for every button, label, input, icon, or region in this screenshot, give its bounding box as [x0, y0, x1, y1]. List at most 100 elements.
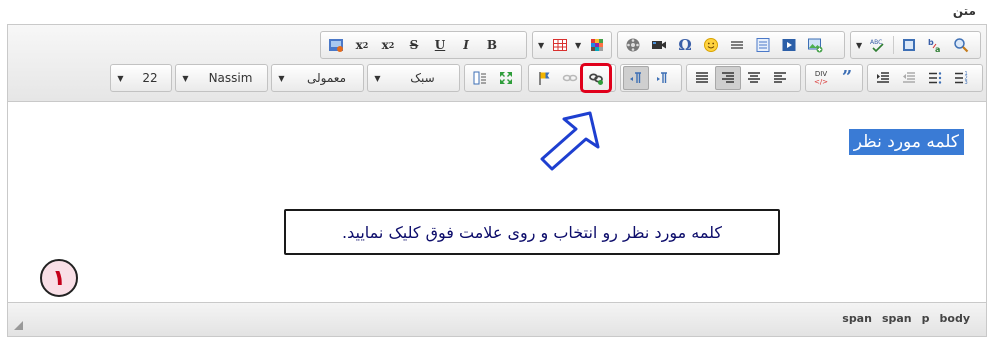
image-button[interactable] — [323, 33, 349, 57]
format-select[interactable]: ▼ معمولی — [271, 64, 364, 92]
bold-button[interactable]: B — [479, 33, 505, 57]
fullscreen-button[interactable] — [493, 66, 519, 90]
quote-icon: ” — [841, 67, 853, 88]
replace-button[interactable]: ba — [922, 33, 948, 57]
align-justify-icon — [696, 72, 708, 83]
svg-text:b: b — [928, 38, 934, 47]
bulleted-list-icon — [929, 72, 942, 84]
numbered-list-button[interactable]: 123 — [948, 66, 974, 90]
editor-statusbar: span span p body — [8, 302, 986, 336]
chevron-down-icon[interactable]: ▼ — [572, 41, 584, 50]
table-button[interactable] — [547, 33, 572, 57]
align-center-button[interactable] — [741, 66, 767, 90]
outdent-icon — [903, 72, 915, 83]
bulleted-list-button[interactable] — [922, 66, 948, 90]
iframe-button[interactable] — [750, 33, 776, 57]
ltr-direction-icon — [657, 72, 667, 83]
toolbar-group-blocks — [464, 64, 522, 92]
styles-value: سبک — [410, 71, 435, 85]
toolbar-group-insert: Ω — [617, 31, 845, 59]
video-button[interactable] — [646, 33, 672, 57]
instruction-callout: کلمه مورد نظر رو انتخاب و روی علامت فوق … — [284, 209, 780, 255]
italic-button[interactable]: I — [453, 33, 479, 57]
chevron-down-icon[interactable]: ▼ — [853, 41, 865, 50]
rtl-direction-icon — [630, 72, 641, 83]
strikethrough-button[interactable]: S — [401, 33, 427, 57]
resize-handle-icon[interactable] — [14, 321, 23, 330]
align-right-icon — [722, 72, 734, 83]
text-direction-ltr-button[interactable] — [649, 66, 675, 90]
div-label: DIV — [814, 70, 828, 78]
spellcheck-icon: ABC — [870, 39, 884, 53]
rich-text-editor: x2 x2 S U I B ▼ ▼ Ω ▼ ABC b a ▼ 22 ▼ Nas… — [7, 24, 987, 337]
create-div-button[interactable]: DIV </> — [808, 66, 834, 90]
toolbar-group-blocktools: DIV </> ” — [805, 64, 863, 92]
superscript-button[interactable]: x2 — [349, 33, 375, 57]
find-icon — [954, 38, 969, 53]
text-color-button[interactable] — [584, 33, 609, 57]
color-grid-icon — [590, 39, 603, 51]
subscript-button[interactable]: x2 — [375, 33, 401, 57]
font-size-value: 22 — [142, 71, 158, 85]
svg-text:ABC: ABC — [870, 39, 882, 46]
field-label: متن — [952, 4, 976, 18]
chevron-down-icon: ▼ — [117, 73, 124, 83]
chevron-down-icon: ▼ — [278, 73, 285, 83]
flash-button[interactable] — [776, 33, 802, 57]
image-manager-button[interactable] — [802, 33, 828, 57]
underline-button[interactable]: U — [427, 33, 453, 57]
film-icon — [782, 39, 796, 51]
chevron-down-icon: ▼ — [182, 73, 189, 83]
horizontal-rule-button[interactable] — [724, 33, 750, 57]
svg-text:a: a — [935, 45, 940, 53]
align-left-button[interactable] — [767, 66, 793, 90]
show-blocks-icon — [473, 71, 486, 85]
replace-icon: ba — [928, 38, 940, 53]
smiley-button[interactable] — [698, 33, 724, 57]
link-button[interactable] — [580, 63, 612, 93]
maximize-button[interactable] — [896, 33, 922, 57]
align-right-button[interactable] — [715, 66, 741, 90]
path-item[interactable]: p — [922, 312, 930, 325]
toolbar-group-direction — [620, 64, 682, 92]
font-name-value: Nassim — [208, 71, 253, 85]
styles-select[interactable]: ▼ سبک — [367, 64, 460, 92]
toolbar-group-table: ▼ ▼ — [532, 31, 612, 59]
align-left-icon — [774, 72, 786, 83]
unlink-button[interactable] — [557, 66, 583, 90]
toolbar-group-tools: ▼ ABC ba — [850, 31, 981, 59]
expand-arrows-icon — [500, 72, 512, 84]
show-blocks-button[interactable] — [467, 66, 493, 90]
svg-text:3: 3 — [965, 80, 968, 86]
find-button[interactable] — [948, 33, 974, 57]
table-icon — [552, 39, 567, 51]
step-number-badge: ۱ — [40, 259, 78, 297]
toolbar-group-links — [528, 63, 616, 93]
path-item[interactable]: body — [940, 312, 970, 325]
callout-text: کلمه مورد نظر رو انتخاب و روی علامت فوق … — [342, 222, 722, 242]
align-justify-button[interactable] — [689, 66, 715, 90]
outdent-button[interactable] — [896, 66, 922, 90]
blockquote-button[interactable]: ” — [834, 66, 860, 90]
path-item[interactable]: span — [882, 312, 912, 325]
toolbar-divider — [893, 36, 895, 54]
selected-word[interactable]: کلمه مورد نظر — [848, 129, 964, 155]
link-icon — [589, 73, 603, 85]
text-direction-rtl-button[interactable] — [623, 66, 649, 90]
special-character-button[interactable]: Ω — [672, 33, 698, 57]
font-name-select[interactable]: ▼ Nassim — [175, 64, 268, 92]
document-icon — [756, 38, 770, 52]
font-size-select[interactable]: ▼ 22 — [110, 64, 172, 92]
spellcheck-button[interactable]: ABC — [865, 33, 891, 57]
anchor-button[interactable] — [531, 66, 557, 90]
pointer-arrow-icon — [540, 111, 600, 171]
horizontal-line-icon — [731, 41, 743, 49]
path-item[interactable]: span — [842, 312, 872, 325]
picture-add-icon — [808, 38, 823, 53]
indent-button[interactable] — [870, 66, 896, 90]
chevron-down-icon[interactable]: ▼ — [535, 41, 547, 50]
special-media-button[interactable] — [620, 33, 646, 57]
element-path: span span p body — [842, 312, 970, 325]
unlink-icon — [562, 74, 578, 82]
editor-content-area[interactable]: کلمه مورد نظر کلمه مورد نظر رو انتخاب و … — [8, 103, 986, 302]
